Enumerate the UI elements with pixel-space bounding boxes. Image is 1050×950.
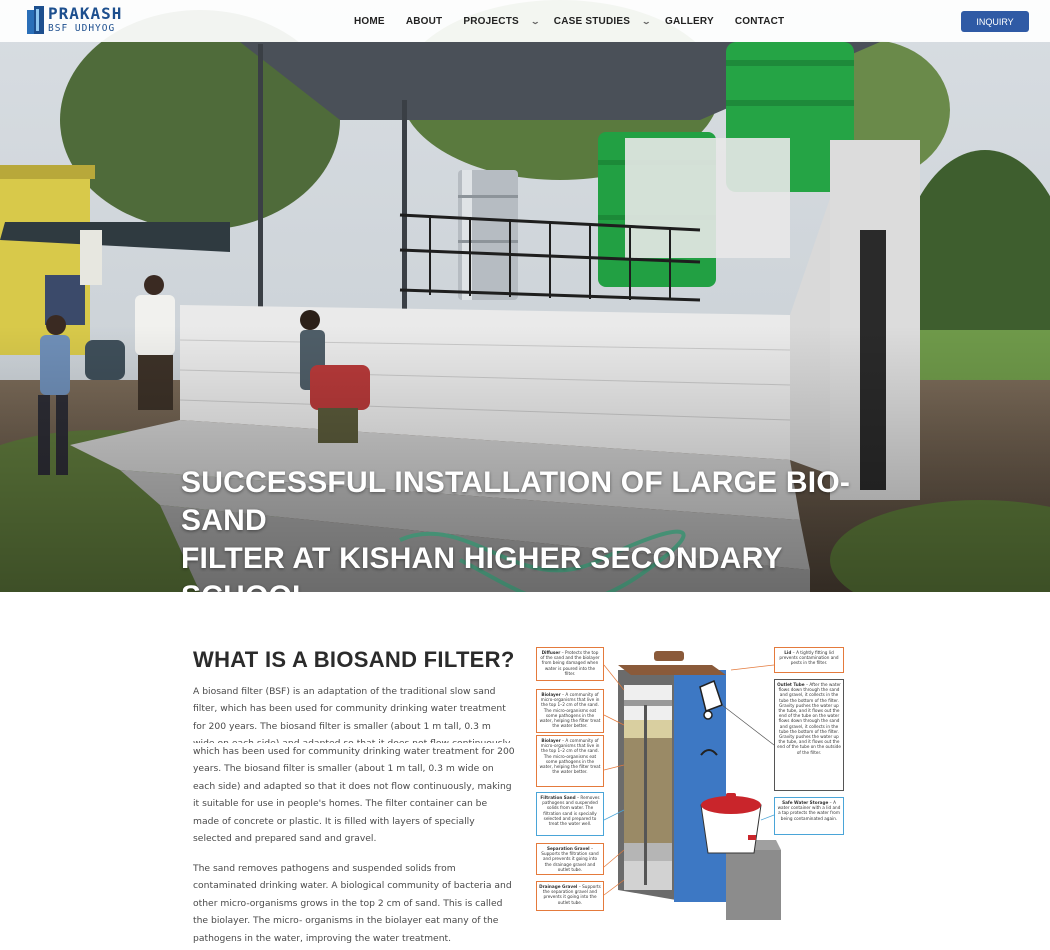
nav-case-studies-label: CASE STUDIES [553,15,631,27]
label-separation-gravel: Separation Gravel – Supports the filtrat… [536,843,604,875]
nav-home-label: HOME [354,15,385,27]
logo-subtitle: BSF UDHYOG [48,23,116,35]
label-outlet-tube-text: – After the water flows down through the… [777,682,841,755]
main-nav: HOME ABOUT PROJECTS ⌄ CASE STUDIES ⌄ GALLE… [354,0,784,42]
label-biolayer-2: Biolayer – A community of micro-organism… [536,735,604,787]
site-header: PRAKASH BSF UDHYOG HOME ABOUT PROJECTS ⌄ … [0,0,1050,42]
paragraph-biolayer: The sand removes pathogens and suspended… [193,863,512,944]
nav-about[interactable]: ABOUT [406,16,443,27]
paragraph-details: which has been used for community drinki… [193,746,515,845]
nav-projects-label: PROJECTS [463,15,519,27]
nav-home[interactable]: HOME [354,16,385,27]
chevron-down-icon[interactable]: ⌄ [530,17,540,26]
nav-gallery-label: GALLERY [665,15,714,27]
label-filtration-sand: Filtration Sand – Removes pathogens and … [536,792,604,836]
main-content: WHAT IS A BIOSAND FILTER? A biosand filt… [0,592,1050,950]
hero-title-line-2: FILTER AT KISHAN HIGHER SECONDARY SCHOOL… [181,542,783,592]
nav-projects[interactable]: PROJECTS ⌄ [463,15,540,27]
label-biolayer-1-text: – A community of micro-organisms that li… [539,692,601,729]
label-drainage-gravel: Drainage Gravel – Supports the separatio… [536,881,604,911]
hero-banner: SUCCESSFUL INSTALLATION OF LARGE BIO-SAN… [0,0,1050,592]
inquiry-button[interactable]: INQUIRY [961,11,1029,32]
label-biolayer-1: Biolayer – A community of micro-organism… [536,689,604,733]
hero-title: SUCCESSFUL INSTALLATION OF LARGE BIO-SAN… [181,464,901,592]
section-heading: WHAT IS A BIOSAND FILTER? [193,647,515,672]
hero-title-line-1: SUCCESSFUL INSTALLATION OF LARGE BIO-SAN… [181,466,851,537]
nav-about-label: ABOUT [405,15,443,27]
logo-name: PRAKASH [48,4,123,24]
nav-gallery[interactable]: GALLERY [665,16,714,27]
chevron-down-icon[interactable]: ⌄ [641,17,651,26]
label-lid: Lid – A tightly fitting lid prevents con… [774,647,844,673]
paragraph-intro: A biosand filter (BSF) is an adaptation … [193,686,513,743]
label-safe-water-storage: Safe Water Storage – A water container w… [774,797,844,835]
logo-mark-icon [27,6,45,34]
label-diffuser: Diffuser – Protects the top of the sand … [536,647,604,681]
nav-case-studies[interactable]: CASE STUDIES ⌄ [553,15,652,27]
label-outlet-tube: Outlet Tube – After the water flows down… [774,679,844,791]
nav-contact-label: CONTACT [734,15,785,27]
nav-contact[interactable]: CONTACT [735,16,785,27]
label-filtration-sand-text: – Removes pathogens and suspended solids… [542,795,600,827]
biosand-filter-diagram: Diffuser – Protects the top of the sand … [536,645,846,925]
label-biolayer-2-text: – A community of micro-organisms that li… [539,738,601,775]
site-logo[interactable]: PRAKASH BSF UDHYOG [27,5,122,35]
